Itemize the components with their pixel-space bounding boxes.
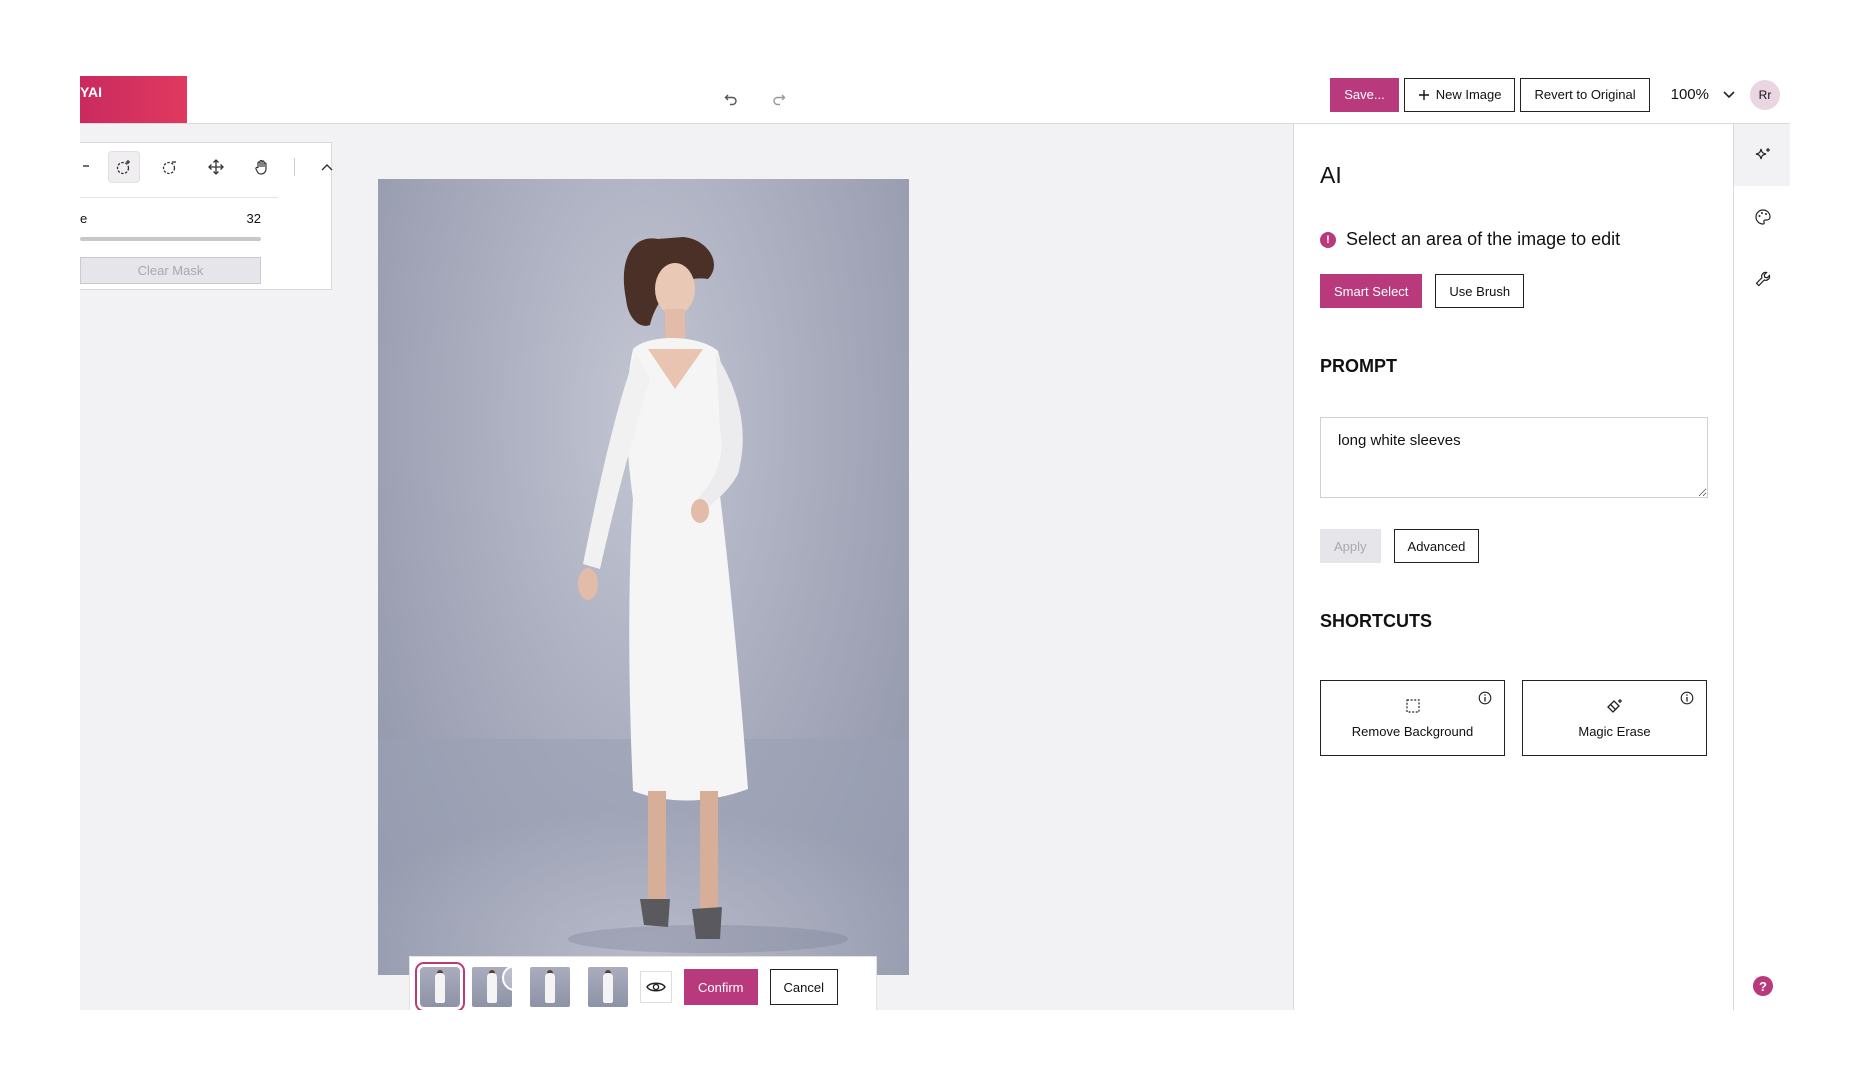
brush-cursor-icon	[502, 965, 528, 991]
dashed-square-icon	[1405, 698, 1420, 713]
prompt-heading: PROMPT	[1320, 356, 1398, 376]
toolbar-divider	[294, 158, 295, 176]
zoom-value: 100%	[1670, 86, 1709, 103]
plus-icon	[1418, 89, 1429, 100]
new-image-button[interactable]: New Image	[1403, 77, 1516, 112]
tool-row	[80, 151, 343, 183]
alert-icon: !	[1320, 231, 1336, 248]
ai-side-panel: AI ! Select an area of the image to edit…	[1293, 124, 1733, 1010]
sparkles-icon[interactable]	[1734, 124, 1790, 186]
info-icon[interactable]	[1478, 691, 1492, 708]
lasso-subtract-icon[interactable]	[154, 151, 186, 183]
hand-icon[interactable]	[246, 151, 278, 183]
wrench-icon[interactable]	[1734, 248, 1790, 310]
variant-thumbnail[interactable]	[588, 967, 628, 1007]
use-brush-button[interactable]: Use Brush	[1435, 274, 1525, 308]
logo-text: YAI	[80, 84, 103, 100]
save-button[interactable]: Save...	[1330, 77, 1399, 112]
selection-hint: ! Select an area of the image to edit	[1320, 229, 1707, 250]
model-photo-illustration	[378, 237, 909, 975]
smart-select-button[interactable]: Smart Select	[1320, 274, 1423, 308]
chevron-down-icon	[1723, 90, 1735, 98]
variant-thumbnail[interactable]	[415, 962, 465, 1010]
shortcuts-grid: Remove Background Magic Erase	[1320, 680, 1707, 756]
brush-size-label: e	[80, 211, 88, 226]
prompt-actions: Apply Advanced	[1320, 529, 1707, 563]
brush-size-slider[interactable]	[80, 237, 261, 241]
brush-tool-panel: e 32 Clear Mask	[80, 142, 333, 290]
shortcut-label: Magic Erase	[1578, 723, 1651, 739]
chevron-up-icon[interactable]	[311, 151, 343, 183]
image-editor-app: YAI Save... New Image Revert to Original…	[80, 76, 1790, 1010]
info-icon[interactable]	[1680, 691, 1694, 708]
palette-icon[interactable]	[1734, 186, 1790, 248]
variant-thumbnail[interactable]	[530, 967, 570, 1007]
redo-icon[interactable]	[768, 88, 790, 110]
prompt-input[interactable]	[1320, 417, 1708, 498]
editable-image[interactable]	[378, 179, 909, 975]
zoom-dropdown[interactable]: 100%	[1671, 86, 1735, 103]
canvas-area[interactable]: e 32 Clear Mask Confirm Cancel	[80, 124, 1293, 1010]
selection-mode-buttons: Smart Select Use Brush	[1320, 274, 1707, 308]
confirm-button[interactable]: Confirm	[684, 969, 758, 1005]
panel-divider	[80, 197, 278, 198]
remove-background-shortcut[interactable]: Remove Background	[1320, 680, 1505, 756]
apply-button[interactable]: Apply	[1320, 529, 1381, 563]
header-actions: Save... New Image Revert to Original 100…	[1330, 77, 1780, 112]
revert-button[interactable]: Revert to Original	[1520, 77, 1650, 112]
hint-text: Select an area of the image to edit	[1346, 229, 1621, 249]
new-image-label: New Image	[1435, 87, 1502, 102]
shortcuts-heading: SHORTCUTS	[1320, 611, 1432, 631]
brush-size-row: e 32	[80, 211, 261, 226]
undo-icon[interactable]	[720, 88, 742, 110]
cancel-button[interactable]: Cancel	[769, 969, 838, 1005]
advanced-button[interactable]: Advanced	[1393, 529, 1480, 563]
help-icon[interactable]: ?	[1753, 976, 1773, 996]
logo: YAI	[80, 76, 187, 123]
panel-title: AI	[1320, 162, 1342, 188]
tool-rail: ?	[1733, 124, 1790, 1010]
partial-tool-icon[interactable]	[80, 151, 94, 183]
shortcut-label: Remove Background	[1351, 723, 1474, 739]
preview-eye-icon[interactable]	[640, 971, 672, 1003]
avatar[interactable]: Rr	[1750, 79, 1780, 110]
variant-thumbnail-group	[472, 965, 570, 1007]
lasso-add-icon[interactable]	[108, 151, 140, 183]
clear-mask-button[interactable]: Clear Mask	[80, 257, 261, 284]
move-icon[interactable]	[200, 151, 232, 183]
history-controls	[720, 88, 790, 110]
top-bar: YAI Save... New Image Revert to Original…	[80, 76, 1790, 124]
magic-erase-shortcut[interactable]: Magic Erase	[1522, 680, 1707, 756]
brush-size-value: 32	[246, 211, 261, 226]
eraser-sparkle-icon	[1606, 698, 1622, 713]
variant-selector: Confirm Cancel	[409, 956, 877, 1010]
